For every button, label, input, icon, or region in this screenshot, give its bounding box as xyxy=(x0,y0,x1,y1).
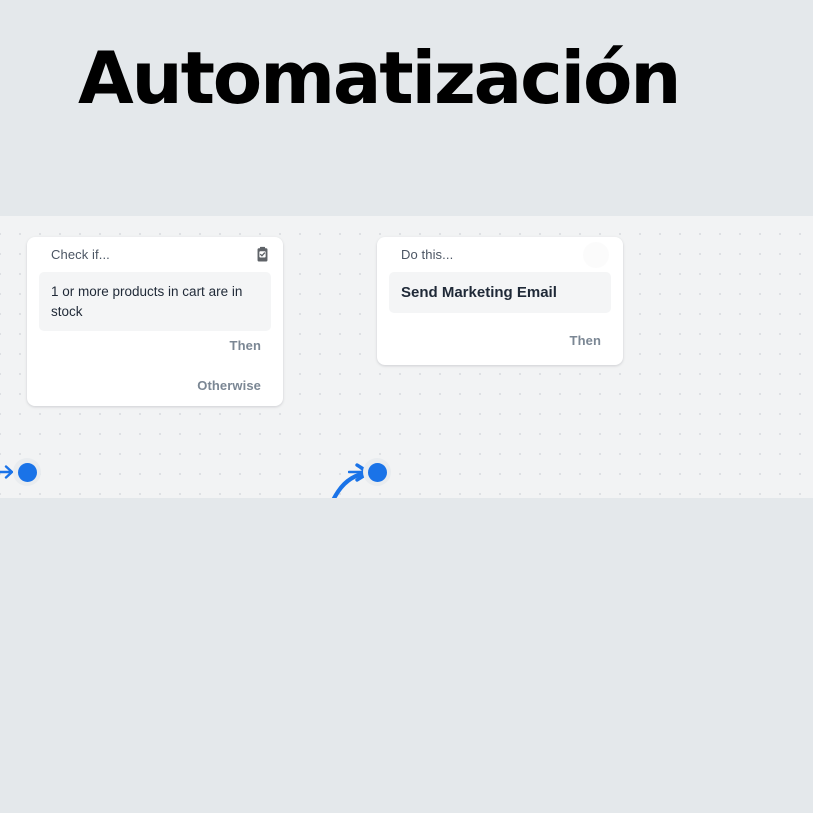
check-node-output-then[interactable]: Then xyxy=(27,325,283,365)
check-node-input-port[interactable] xyxy=(13,458,41,486)
check-node-header: Check if... xyxy=(27,237,283,272)
page-title: Automatización xyxy=(78,36,682,120)
node-card-do-this[interactable]: Do this... Send Marketing Email Then xyxy=(377,237,623,365)
clipboard-check-icon[interactable] xyxy=(253,246,271,264)
check-node-otherwise-label: Otherwise xyxy=(197,377,261,393)
check-node-then-label: Then xyxy=(229,337,261,353)
automation-flow-canvas[interactable]: Check if... 1 or more products in cart a… xyxy=(0,216,813,498)
check-node-condition-chip[interactable]: 1 or more products in cart are in stock xyxy=(39,272,271,332)
action-node-title: Do this... xyxy=(401,247,454,262)
action-node-action-text: Send Marketing Email xyxy=(401,284,557,301)
action-node-input-port[interactable] xyxy=(363,458,391,486)
check-node-outputs: Then Otherwise xyxy=(27,325,283,405)
action-node-action-chip[interactable]: Send Marketing Email xyxy=(389,272,611,313)
action-node-output-then[interactable]: Then xyxy=(377,320,623,360)
title-area: Automatización xyxy=(0,0,813,216)
node-card-check-if[interactable]: Check if... 1 or more products in cart a… xyxy=(27,237,283,406)
action-node-outputs: Then xyxy=(377,320,623,360)
check-node-title: Check if... xyxy=(51,247,110,262)
check-node-output-otherwise[interactable]: Otherwise xyxy=(27,365,283,405)
action-node-then-label: Then xyxy=(569,332,601,348)
action-node-header: Do this... xyxy=(377,237,623,272)
circle-placeholder-icon[interactable] xyxy=(583,241,609,268)
check-node-condition-text: 1 or more products in cart are in stock xyxy=(51,284,243,319)
